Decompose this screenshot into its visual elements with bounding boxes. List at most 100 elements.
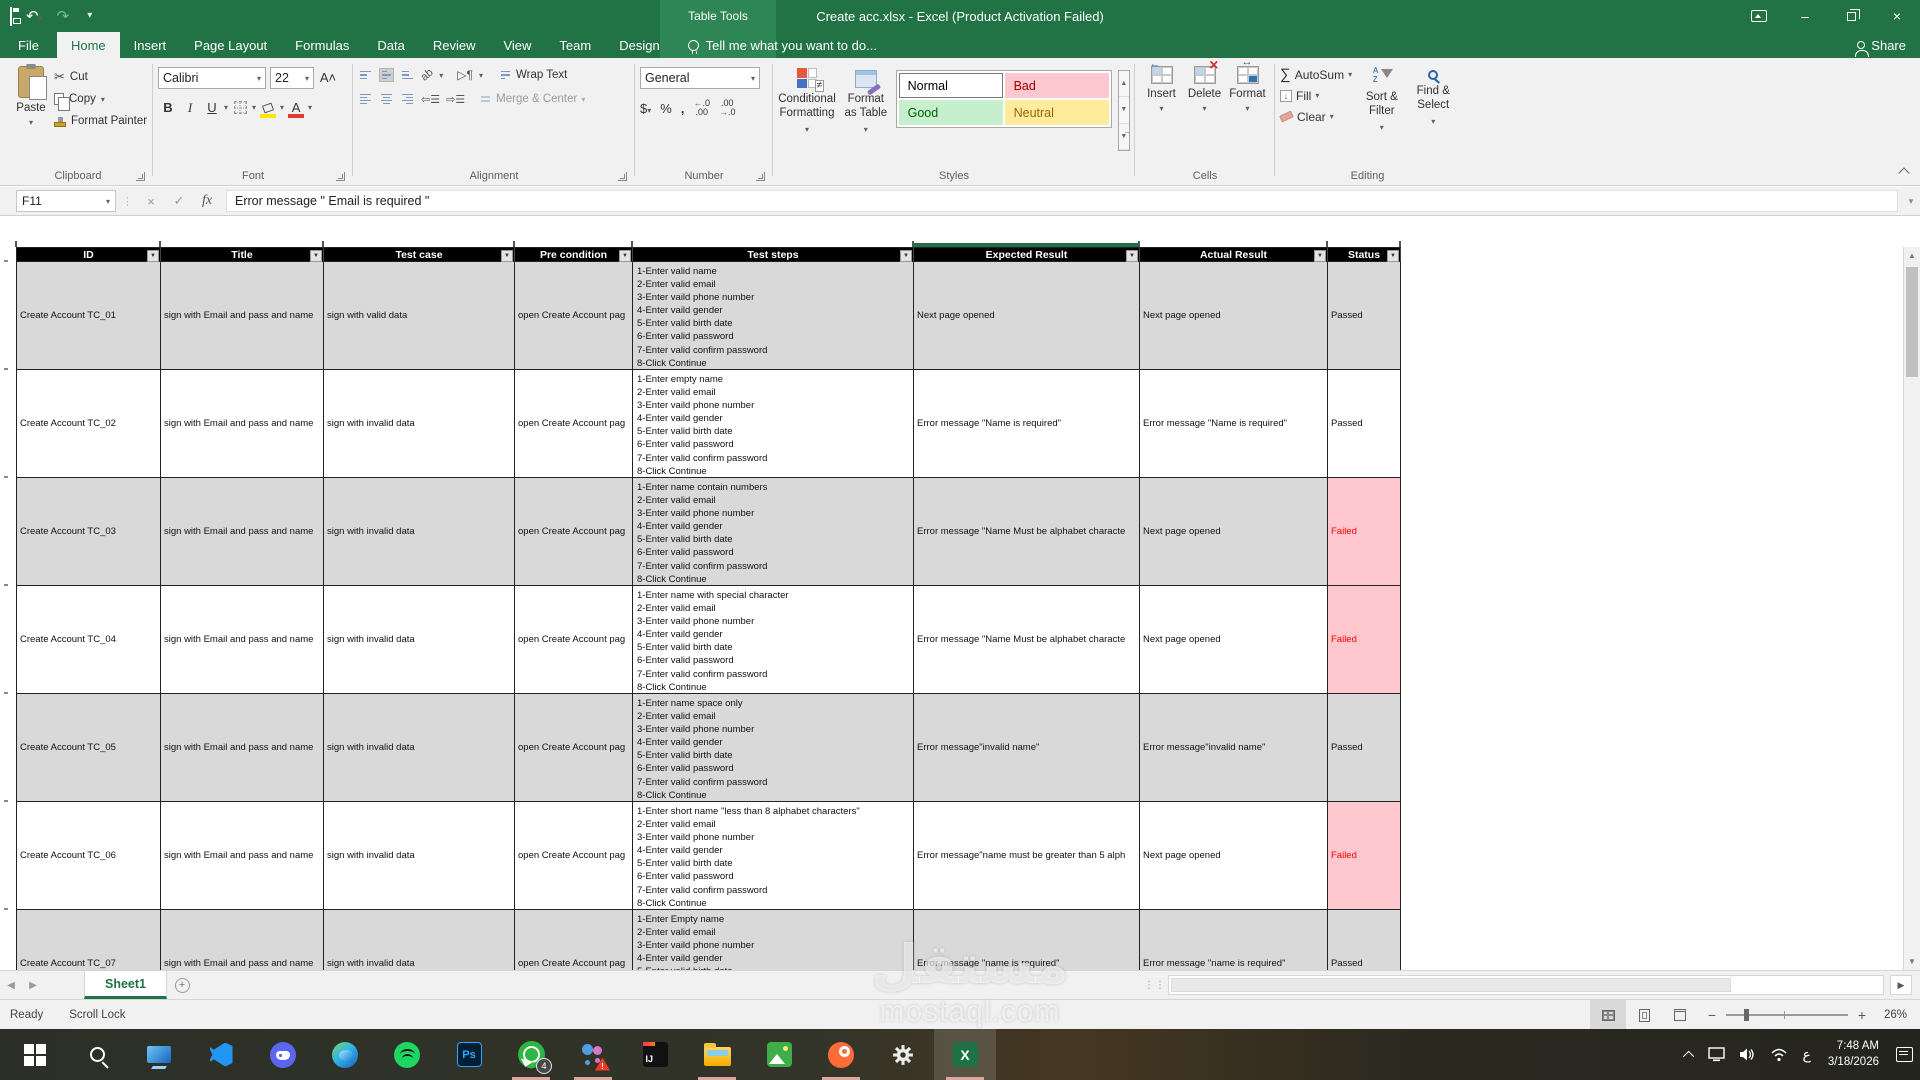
vertical-scrollbar[interactable]: ▲ ▼ (1903, 247, 1920, 970)
sheet-tab-sheet1[interactable]: Sheet1 (84, 971, 167, 999)
vertical-scroll-thumb[interactable] (1906, 267, 1918, 377)
cell-pre-condition[interactable]: open Create Account pag (515, 910, 633, 970)
cell-expected-result[interactable]: Next page opened (914, 262, 1140, 370)
horizontal-scroll-thumb[interactable] (1171, 978, 1731, 992)
cell-style-good[interactable]: Good (899, 100, 1003, 125)
sheet-nav-right[interactable]: ▶ (22, 971, 44, 999)
worksheet-area[interactable]: ID▼Title▼Test case▼Pre condition▼Test st… (0, 216, 1920, 970)
taskbar-vscode-icon[interactable] (190, 1029, 252, 1080)
gallery-scroll-up[interactable]: ▲ (1119, 71, 1129, 97)
formula-input[interactable]: Error message " Email is required " (226, 190, 1898, 212)
redo-button[interactable]: ↷▾ (57, 9, 74, 24)
font-size-combo[interactable]: 22▾ (270, 67, 314, 89)
cell-test-case[interactable]: sign with invalid data (324, 910, 515, 970)
cell-title[interactable]: sign with Email and pass and name (161, 694, 324, 802)
cell-actual-result[interactable]: Error message "name is required" (1140, 910, 1328, 970)
zoom-slider-thumb[interactable] (1744, 1009, 1749, 1021)
format-as-table-button[interactable]: Format as Table▾ (842, 64, 890, 160)
align-right-button[interactable] (400, 92, 415, 106)
middle-align-button[interactable] (379, 68, 394, 82)
cell-actual-result[interactable]: Next page opened (1140, 262, 1328, 370)
cell-actual-result[interactable]: Error message"invalid name" (1140, 694, 1328, 802)
cell-test-steps[interactable]: 1-Enter name contain numbers2-Enter vali… (633, 478, 914, 586)
scroll-down-button[interactable]: ▼ (1904, 953, 1920, 970)
column-header-expected-result[interactable]: Expected Result▼ (914, 247, 1140, 262)
collapse-ribbon-button[interactable] (1898, 167, 1909, 178)
text-direction-button[interactable]: ▷¶ (457, 68, 473, 82)
cell-id[interactable]: Create Account TC_02 (17, 370, 161, 478)
clipboard-dialog-launcher[interactable] (136, 172, 145, 181)
undo-button[interactable]: ↶▾ (26, 9, 43, 24)
cell-test-case[interactable]: sign with invalid data (324, 694, 515, 802)
delete-cells-button[interactable]: Delete▾ (1183, 58, 1226, 154)
cell-test-case[interactable]: sign with invalid data (324, 802, 515, 910)
zoom-slider[interactable] (1726, 1014, 1848, 1016)
underline-button[interactable]: U (202, 97, 222, 118)
taskbar-intellij-icon[interactable]: IJ (624, 1029, 686, 1080)
tab-view[interactable]: View (489, 32, 545, 58)
restore-button[interactable] (1828, 0, 1874, 32)
filter-dropdown-button[interactable]: ▼ (1126, 250, 1138, 262)
taskbar-start-icon[interactable] (4, 1029, 66, 1080)
cell-style-neutral[interactable]: Neutral (1005, 100, 1109, 125)
cell-pre-condition[interactable]: open Create Account pag (515, 262, 633, 370)
bold-button[interactable]: B (158, 97, 178, 118)
conditional-formatting-button[interactable]: ≠ Conditional Formatting▾ (778, 64, 836, 160)
taskbar-search-icon[interactable] (66, 1029, 128, 1080)
cell-test-steps[interactable]: 1-Enter name with special character2-Ent… (633, 586, 914, 694)
taskbar-edge-icon[interactable] (314, 1029, 376, 1080)
cell-id[interactable]: Create Account TC_04 (17, 586, 161, 694)
decrease-decimal-button[interactable]: .00→.0 (719, 99, 736, 117)
taskbar-remote-desktop-icon[interactable] (128, 1029, 190, 1080)
cell-test-steps[interactable]: 1-Enter Empty name2-Enter valid email3-E… (633, 910, 914, 970)
close-button[interactable]: × (1874, 0, 1920, 32)
sheet-nav-left[interactable]: ◀ (0, 971, 22, 999)
column-header-status[interactable]: Status▼ (1328, 247, 1401, 262)
customize-qat-button[interactable]: ▾ (87, 11, 92, 21)
insert-function-button[interactable]: fx (194, 190, 220, 213)
tab-review[interactable]: Review (419, 32, 490, 58)
tab-formulas[interactable]: Formulas (281, 32, 363, 58)
cell-test-case[interactable]: sign with invalid data (324, 370, 515, 478)
cell-pre-condition[interactable]: open Create Account pag (515, 370, 633, 478)
column-header-id[interactable]: ID▼ (17, 247, 161, 262)
normal-view-button[interactable] (1590, 1000, 1626, 1030)
cell-id[interactable]: Create Account TC_01 (17, 262, 161, 370)
cut-button[interactable]: ✂Cut (54, 66, 147, 88)
cell-id[interactable]: Create Account TC_06 (17, 802, 161, 910)
cell-actual-result[interactable]: Error message "Name is required" (1140, 370, 1328, 478)
cell-status[interactable]: Passed (1328, 910, 1401, 970)
taskbar-discord-icon[interactable] (252, 1029, 314, 1080)
decrease-indent-button[interactable]: ⇦☰ (421, 93, 440, 106)
cell-expected-result[interactable]: Error message"invalid name" (914, 694, 1140, 802)
cell-test-steps[interactable]: 1-Enter name space only2-Enter valid ema… (633, 694, 914, 802)
tab-design[interactable]: Design (605, 32, 673, 58)
save-button[interactable] (10, 9, 12, 24)
find-select-button[interactable]: Find & Select▾ (1412, 64, 1455, 160)
taskbar-photoshop-icon[interactable]: Ps (438, 1029, 500, 1080)
gallery-scroll-down[interactable]: ▼ (1119, 97, 1129, 123)
cell-expected-result[interactable]: Error message "Name is required" (914, 370, 1140, 478)
cell-expected-result[interactable]: Error message"name must be greater than … (914, 802, 1140, 910)
taskbar-postman-icon[interactable] (810, 1029, 872, 1080)
font-color-button[interactable]: A (286, 97, 306, 118)
filter-dropdown-button[interactable]: ▼ (147, 250, 159, 262)
format-painter-button[interactable]: Format Painter (54, 110, 147, 132)
fill-button[interactable]: ↓Fill▾ (1280, 85, 1352, 106)
accounting-format-button[interactable]: $▾ (640, 101, 651, 116)
cell-title[interactable]: sign with Email and pass and name (161, 802, 324, 910)
column-header-actual-result[interactable]: Actual Result▼ (1140, 247, 1328, 262)
taskbar-whatsapp-icon[interactable]: 4 (500, 1029, 562, 1080)
italic-button[interactable]: I (180, 97, 200, 118)
cell-style-bad[interactable]: Bad (1005, 73, 1109, 98)
font-dialog-launcher[interactable] (336, 172, 345, 181)
zoom-out-button[interactable]: − (1706, 1007, 1718, 1023)
taskbar-settings-icon[interactable] (872, 1029, 934, 1080)
number-format-combo[interactable]: General▾ (640, 67, 760, 89)
column-header-test-case[interactable]: Test case▼ (324, 247, 515, 262)
tray-display-icon[interactable] (1701, 1029, 1732, 1080)
page-layout-view-button[interactable] (1626, 1000, 1662, 1030)
tell-me-box[interactable]: Tell me what you want to do... (688, 32, 877, 58)
cell-pre-condition[interactable]: open Create Account pag (515, 478, 633, 586)
column-header-test-steps[interactable]: Test steps▼ (633, 247, 914, 262)
